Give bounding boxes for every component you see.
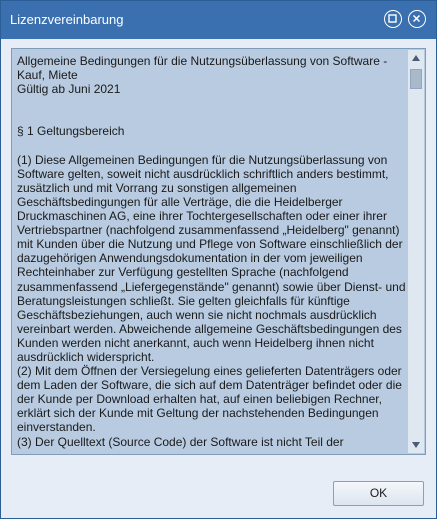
scrollbar-thumb[interactable] [410, 69, 422, 89]
maximize-button[interactable] [384, 10, 402, 28]
vertical-scrollbar[interactable] [408, 50, 424, 453]
scroll-up-icon[interactable] [410, 53, 422, 63]
license-dialog: Lizenzvereinbarung Allgemeine Bedingunge… [0, 0, 437, 519]
close-button[interactable] [408, 10, 426, 28]
license-text: Allgemeine Bedingungen für die Nutzungsü… [17, 54, 406, 451]
ok-button[interactable]: OK [333, 481, 424, 506]
dialog-title: Lizenzvereinbarung [10, 12, 124, 27]
scroll-down-icon[interactable] [410, 440, 422, 450]
maximize-icon [388, 14, 397, 23]
license-text-area[interactable]: Allgemeine Bedingungen für die Nutzungsü… [11, 48, 426, 455]
title-bar[interactable]: Lizenzvereinbarung [1, 1, 436, 39]
close-icon [412, 14, 421, 23]
